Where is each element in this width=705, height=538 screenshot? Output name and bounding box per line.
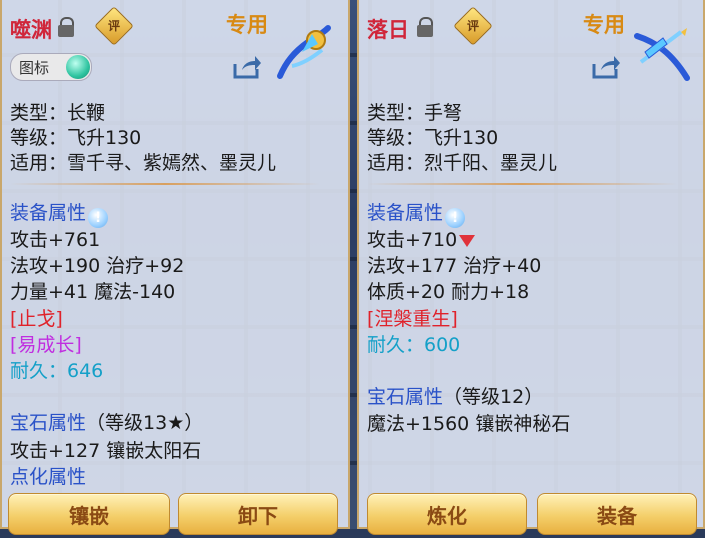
item-detail-panel-right: 落日 评 专用 类型：手弩 等级：飞升130 适用：烈千阳、墨灵儿 装备属性! …	[357, 0, 705, 535]
exclusive-label: 专用	[226, 13, 268, 37]
crossbow-weapon-icon	[634, 28, 690, 81]
stat-line: 力量+41 魔法-140	[10, 281, 176, 303]
equip-attr-heading: 装备属性!	[10, 198, 109, 228]
usable-line: 适用：烈千阳、墨灵儿	[367, 152, 558, 174]
gem-stat-line: 魔法+1560 镶嵌神秘石	[367, 413, 571, 435]
durability: 耐久：646	[10, 360, 104, 382]
special-skill: [涅槃重生]	[367, 308, 458, 330]
durability: 耐久：600	[367, 334, 461, 356]
item-name: 落日	[367, 18, 409, 42]
divider	[367, 183, 677, 185]
level-line: 等级：飞升130	[10, 127, 142, 149]
lock-icon[interactable]	[58, 17, 74, 37]
exclusive-label: 专用	[583, 13, 625, 37]
stat-line: 体质+20 耐力+18	[367, 281, 530, 303]
level-line: 等级：飞升130	[367, 127, 499, 149]
rate-icon[interactable]: 评	[453, 6, 493, 46]
usable-line: 适用：雪千寻、紫嫣然、墨灵儿	[10, 152, 277, 174]
item-detail-panel-left: 噬渊 评 专用 图标 类型：长鞭 等级：飞升130 适用：雪千寻、紫嫣然、墨灵儿…	[0, 0, 350, 535]
gem-stat-line: 攻击+127 镶嵌太阳石	[10, 440, 202, 462]
gem-attr-heading: 宝石属性（等级12）	[367, 386, 544, 408]
special-skill: [止戈]	[10, 308, 63, 330]
stat-down-arrow-icon	[459, 235, 476, 247]
share-icon[interactable]	[591, 54, 621, 80]
stat-line: 攻击+710	[367, 225, 476, 252]
equip-attr-heading: 装备属性!	[367, 198, 466, 228]
share-icon[interactable]	[232, 54, 262, 80]
type-line: 类型：手弩	[367, 102, 463, 124]
icon-toggle[interactable]: 图标	[10, 53, 92, 81]
divider	[10, 183, 320, 185]
whip-weapon-icon	[277, 25, 331, 79]
type-line: 类型：长鞭	[10, 102, 106, 124]
stat-line: 法攻+190 治疗+92	[10, 255, 185, 277]
rate-icon[interactable]: 评	[94, 6, 134, 46]
stat-line: 法攻+177 治疗+40	[367, 255, 542, 277]
refine-attr-heading: 点化属性	[10, 466, 87, 488]
item-name: 噬渊	[10, 18, 52, 42]
stat-line: 攻击+761	[10, 229, 101, 251]
special-effect: [易成长]	[10, 334, 82, 356]
gem-attr-heading: 宝石属性（等级13★）	[10, 412, 204, 434]
lock-icon[interactable]	[417, 17, 433, 37]
